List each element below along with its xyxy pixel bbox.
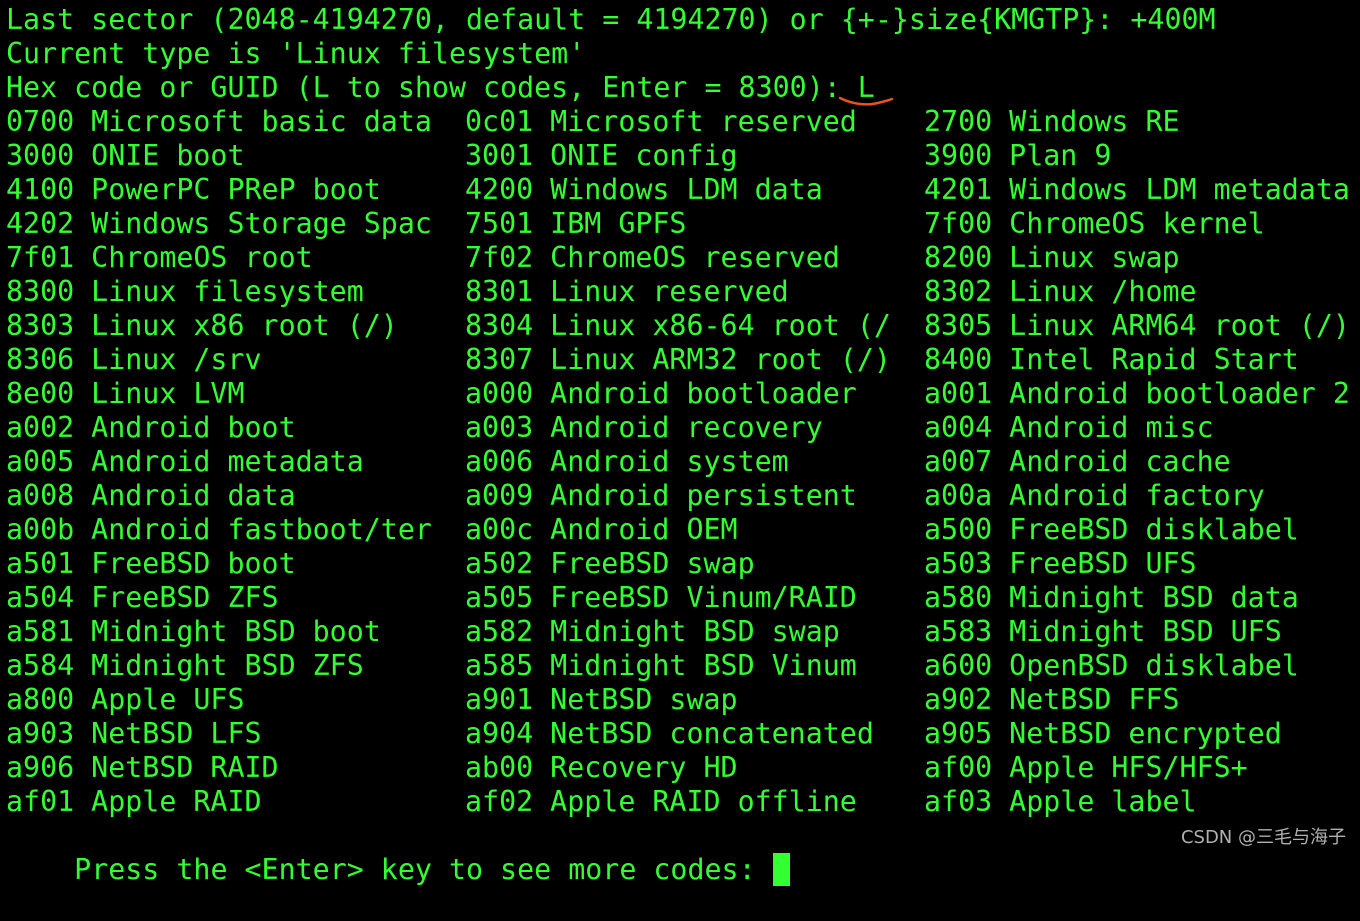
partition-code-entry: 7f01 ChromeOS root: [6, 241, 313, 274]
partition-code-entry: 7f02 ChromeOS reserved: [465, 241, 840, 274]
partition-code-entry: ab00 Recovery HD: [465, 751, 738, 784]
code-table-row: a584 Midnight BSD ZFS a585 Midnight BSD V…: [6, 649, 1358, 683]
partition-code-table: 0700 Microsoft basic data 0c01 Microsoft …: [6, 105, 1358, 819]
partition-code-entry: a006 Android system: [465, 445, 789, 478]
partition-code-entry: 4200 Windows LDM data: [465, 173, 823, 206]
partition-code-entry: 8303 Linux x86 root (/): [6, 309, 398, 342]
partition-code-entry: a005 Android metadata: [6, 445, 364, 478]
partition-code-entry: a008 Android data: [6, 479, 296, 512]
partition-code-entry: a905 NetBSD encrypted: [924, 717, 1282, 750]
partition-code-entry: a800 Apple UFS: [6, 683, 245, 716]
partition-code-entry: a004 Android misc: [924, 411, 1214, 444]
partition-code-entry: 0700 Microsoft basic data: [6, 105, 432, 138]
partition-code-entry: a583 Midnight BSD UFS: [924, 615, 1282, 648]
partition-code-entry: a007 Android cache: [924, 445, 1231, 478]
partition-code-entry: 7501 IBM GPFS: [465, 207, 687, 240]
partition-code-entry: af02 Apple RAID offline: [465, 785, 857, 818]
partition-code-entry: a585 Midnight BSD Vinum: [465, 649, 857, 682]
partition-code-entry: 8e00 Linux LVM: [6, 377, 245, 410]
partition-code-entry: af01 Apple RAID: [6, 785, 262, 818]
code-table-row: 4100 PowerPC PReP boot 4200 Windows LDM d…: [6, 173, 1358, 207]
code-table-row: 8e00 Linux LVM a000 Android bootloader a00…: [6, 377, 1358, 411]
partition-code-entry: 3000 ONIE boot: [6, 139, 245, 172]
partition-code-entry: af00 Apple HFS/HFS+: [924, 751, 1248, 784]
partition-code-entry: a003 Android recovery: [465, 411, 823, 444]
partition-code-entry: a002 Android boot: [6, 411, 296, 444]
partition-code-entry: a503 FreeBSD UFS: [924, 547, 1197, 580]
partition-code-entry: 3001 ONIE config: [465, 139, 738, 172]
partition-code-entry: a00a Android factory: [924, 479, 1265, 512]
code-table-row: a00b Android fastboot/ter a00c Android OE…: [6, 513, 1358, 547]
code-table-row: 8306 Linux /srv 8307 Linux ARM32 root (/)…: [6, 343, 1358, 377]
partition-code-entry: 8306 Linux /srv: [6, 343, 262, 376]
code-table-row: 4202 Windows Storage Spac 7501 IBM GPFS 7f…: [6, 207, 1358, 241]
terminal-window[interactable]: Last sector (2048-4194270, default = 419…: [6, 3, 1358, 886]
code-table-row: 7f01 ChromeOS root 7f02 ChromeOS reserved…: [6, 241, 1358, 275]
code-table-row: a800 Apple UFS a901 NetBSD swap a902 NetBS…: [6, 683, 1358, 717]
code-table-row: a581 Midnight BSD boot a582 Midnight BSD …: [6, 615, 1358, 649]
code-table-row: a008 Android data a009 Android persistent…: [6, 479, 1358, 513]
code-table-row: 8300 Linux filesystem 8301 Linux reserved…: [6, 275, 1358, 309]
partition-code-entry: a00b Android fastboot/ter: [6, 513, 432, 546]
partition-code-entry: a501 FreeBSD boot: [6, 547, 296, 580]
partition-code-entry: 4202 Windows Storage Spac: [6, 207, 432, 240]
terminal-cursor[interactable]: [772, 853, 790, 886]
partition-code-entry: a903 NetBSD LFS: [6, 717, 262, 750]
partition-code-entry: 8307 Linux ARM32 root (/): [465, 343, 891, 376]
partition-code-entry: a504 FreeBSD ZFS: [6, 581, 279, 614]
partition-code-entry: a906 NetBSD RAID: [6, 751, 279, 784]
partition-code-entry: 8300 Linux filesystem: [6, 275, 364, 308]
partition-code-entry: a009 Android persistent: [465, 479, 857, 512]
code-table-row: a906 NetBSD RAID ab00 Recovery HD af00 App…: [6, 751, 1358, 785]
partition-code-entry: a502 FreeBSD swap: [465, 547, 755, 580]
code-table-row: 3000 ONIE boot 3001 ONIE config 3900 Plan …: [6, 139, 1358, 173]
partition-code-entry: a505 FreeBSD Vinum/RAID: [465, 581, 857, 614]
partition-code-entry: 0c01 Microsoft reserved: [465, 105, 857, 138]
partition-code-entry: 2700 Windows RE: [924, 105, 1180, 138]
current-type-line: Current type is 'Linux filesystem': [6, 37, 586, 70]
partition-code-entry: 8200 Linux swap: [924, 241, 1180, 274]
partition-code-entry: a582 Midnight BSD swap: [465, 615, 840, 648]
code-table-row: a501 FreeBSD boot a502 FreeBSD swap a503 F…: [6, 547, 1358, 581]
partition-code-entry: 8301 Linux reserved: [465, 275, 789, 308]
partition-code-entry: 4201 Windows LDM metadata: [924, 173, 1350, 206]
partition-code-entry: a600 OpenBSD disklabel: [924, 649, 1299, 682]
partition-code-entry: a001 Android bootloader 2: [924, 377, 1350, 410]
hex-code-prompt: Hex code or GUID (L to show codes, Enter…: [6, 71, 875, 104]
code-table-row: a504 FreeBSD ZFS a505 FreeBSD Vinum/RAID a…: [6, 581, 1358, 615]
code-table-row: 0700 Microsoft basic data 0c01 Microsoft …: [6, 105, 1358, 139]
partition-code-entry: a901 NetBSD swap: [465, 683, 738, 716]
csdn-watermark: CSDN @三毛与海子: [1180, 827, 1346, 848]
partition-code-entry: 3900 Plan 9: [924, 139, 1112, 172]
partition-code-entry: 8305 Linux ARM64 root (/): [924, 309, 1350, 342]
partition-code-entry: a500 FreeBSD disklabel: [924, 513, 1299, 546]
partition-code-entry: 4100 PowerPC PReP boot: [6, 173, 381, 206]
partition-code-entry: a580 Midnight BSD data: [924, 581, 1299, 614]
partition-code-entry: 7f00 ChromeOS kernel: [924, 207, 1265, 240]
code-table-row: a903 NetBSD LFS a904 NetBSD concatenated a…: [6, 717, 1358, 751]
code-table-row: a002 Android boot a003 Android recovery a0…: [6, 411, 1358, 445]
last-sector-prompt: Last sector (2048-4194270, default = 419…: [6, 3, 1216, 36]
code-table-row: a005 Android metadata a006 Android system…: [6, 445, 1358, 479]
partition-code-entry: a584 Midnight BSD ZFS: [6, 649, 364, 682]
code-table-row: 8303 Linux x86 root (/) 8304 Linux x86-64…: [6, 309, 1358, 343]
partition-code-entry: a581 Midnight BSD boot: [6, 615, 381, 648]
partition-code-entry: a902 NetBSD FFS: [924, 683, 1180, 716]
partition-code-entry: af03 Apple label: [924, 785, 1197, 818]
more-codes-prompt[interactable]: Press the <Enter> key to see more codes:: [6, 819, 1358, 886]
partition-code-entry: 8302 Linux /home: [924, 275, 1197, 308]
more-codes-prompt-text: Press the <Enter> key to see more codes:: [74, 853, 773, 886]
partition-code-entry: a904 NetBSD concatenated: [465, 717, 874, 750]
partition-code-entry: 8400 Intel Rapid Start: [924, 343, 1299, 376]
partition-code-entry: a000 Android bootloader: [465, 377, 857, 410]
code-table-row: af01 Apple RAID af02 Apple RAID offline af…: [6, 785, 1358, 819]
partition-code-entry: a00c Android OEM: [465, 513, 738, 546]
partition-code-entry: 8304 Linux x86-64 root (/: [465, 309, 891, 342]
